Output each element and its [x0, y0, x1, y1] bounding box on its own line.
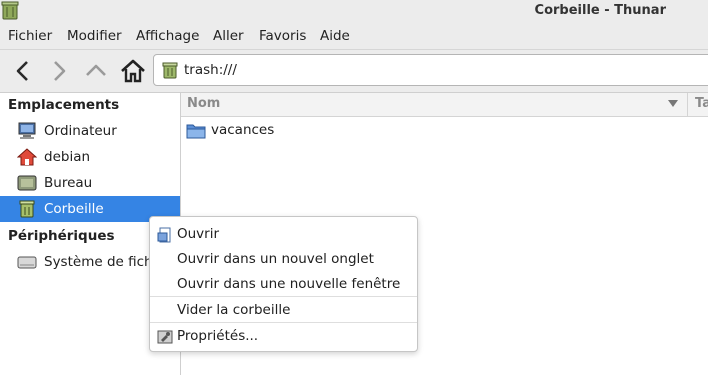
- desktop-icon: [17, 175, 37, 191]
- sort-descending-icon[interactable]: [668, 100, 678, 108]
- menu-item-label: Ouvrir dans un nouvel onglet: [177, 251, 374, 267]
- column-size-header[interactable]: Ta: [695, 96, 708, 111]
- drive-icon: [17, 256, 37, 269]
- trash-app-icon[interactable]: [0, 0, 20, 20]
- menu-item-ouvrir[interactable]: Ouvrir: [150, 222, 417, 246]
- sidebar-item-label: Corbeille: [44, 201, 104, 217]
- thunar-window: Corbeille - Thunar Fichier Modifier Affi…: [0, 0, 708, 375]
- location-bar[interactable]: trash:///: [153, 54, 708, 86]
- menu-item-label: Vider la corbeille: [177, 302, 291, 318]
- folder-icon: [186, 124, 206, 139]
- menu-item-vider-corbeille[interactable]: Vider la corbeille: [150, 298, 417, 322]
- sidebar-item-label: debian: [44, 149, 91, 165]
- menu-modifier[interactable]: Modifier: [67, 28, 122, 44]
- menu-item-proprietes[interactable]: Propriétés...: [150, 324, 417, 348]
- toolbar: trash:///: [0, 50, 708, 93]
- column-name-header[interactable]: Nom: [187, 96, 220, 111]
- open-document-icon: [157, 227, 171, 243]
- menu-separator: [150, 322, 417, 323]
- properties-icon: [157, 330, 173, 344]
- menu-bar: Fichier Modifier Affichage Aller Favoris…: [0, 22, 708, 50]
- title-bar: Corbeille - Thunar: [0, 0, 708, 22]
- menu-aide[interactable]: Aide: [320, 28, 350, 44]
- sidebar-item-debian[interactable]: debian: [0, 144, 180, 170]
- menu-affichage[interactable]: Affichage: [136, 28, 199, 44]
- home-folder-icon: [17, 148, 37, 166]
- computer-icon: [18, 122, 36, 139]
- menu-fichier[interactable]: Fichier: [8, 28, 52, 44]
- menu-separator: [150, 296, 417, 297]
- menu-item-ouvrir-onglet[interactable]: Ouvrir dans un nouvel onglet: [150, 247, 417, 271]
- menu-favoris[interactable]: Favoris: [259, 28, 306, 44]
- menu-item-label: Ouvrir: [177, 226, 220, 242]
- column-header: Nom Ta: [181, 93, 708, 117]
- sidebar-item-label: Bureau: [44, 175, 93, 191]
- context-menu: Ouvrir Ouvrir dans un nouvel onglet Ouvr…: [149, 216, 418, 352]
- forward-icon[interactable]: [45, 57, 73, 85]
- sidebar-item-label: Ordinateur: [44, 123, 117, 139]
- sidebar-item-bureau[interactable]: Bureau: [0, 170, 180, 196]
- home-icon[interactable]: [119, 57, 147, 85]
- file-row[interactable]: vacances: [181, 118, 708, 142]
- back-icon[interactable]: [9, 57, 37, 85]
- places-heading: Emplacements: [8, 97, 120, 113]
- trash-icon: [19, 200, 35, 218]
- trash-icon: [162, 62, 178, 79]
- column-divider[interactable]: [687, 93, 688, 116]
- devices-heading: Périphériques: [8, 228, 115, 244]
- up-icon[interactable]: [82, 57, 110, 85]
- menu-item-ouvrir-fenetre[interactable]: Ouvrir dans une nouvelle fenêtre: [150, 272, 417, 296]
- menu-item-label: Ouvrir dans une nouvelle fenêtre: [177, 276, 401, 292]
- menu-aller[interactable]: Aller: [213, 28, 244, 44]
- file-name: vacances: [211, 122, 275, 138]
- menu-item-label: Propriétés...: [177, 328, 259, 344]
- sidebar-item-ordinateur[interactable]: Ordinateur: [0, 118, 180, 144]
- window-title: Corbeille - Thunar: [534, 3, 666, 18]
- location-text[interactable]: trash:///: [184, 62, 237, 78]
